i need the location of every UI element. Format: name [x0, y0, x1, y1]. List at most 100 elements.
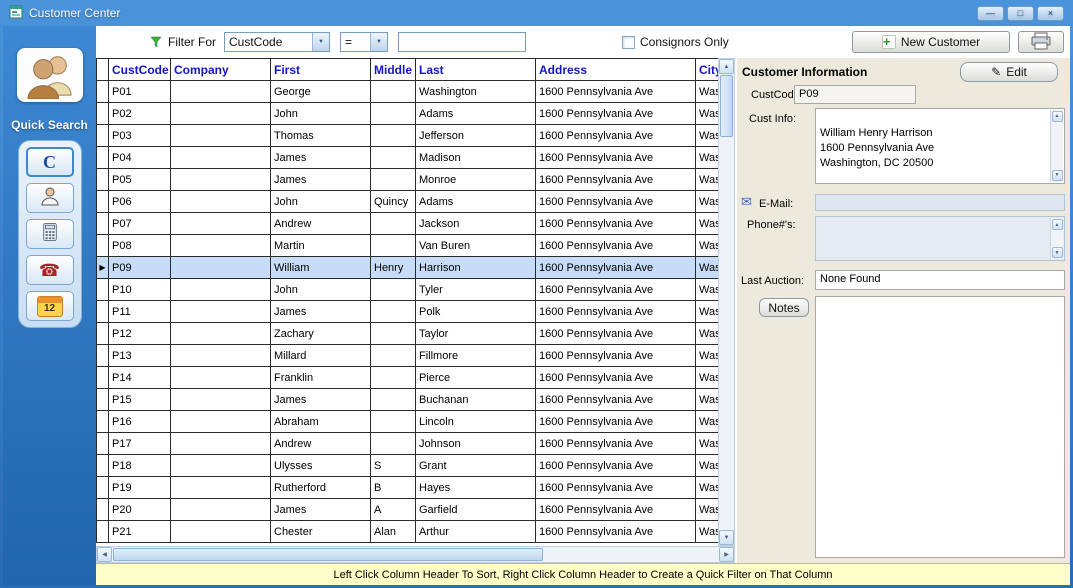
grid-cell-company[interactable] — [171, 147, 271, 169]
grid-cell-company[interactable] — [171, 433, 271, 455]
table-row[interactable]: P11JamesPolk1600 Pennsylvania AveWashing… — [97, 301, 719, 323]
grid-cell-custcode[interactable]: P05 — [109, 169, 171, 191]
edit-button[interactable]: ✎ Edit — [960, 62, 1058, 82]
grid-cell-city[interactable]: Washington — [696, 345, 719, 367]
grid-cell-address[interactable]: 1600 Pennsylvania Ave — [536, 323, 696, 345]
grid-cell-custcode[interactable]: P03 — [109, 125, 171, 147]
quick-search-calendar-button[interactable]: 12 — [26, 291, 74, 321]
scroll-left-icon[interactable]: ◀ — [97, 547, 112, 562]
grid-cell-custcode[interactable]: P09 — [109, 257, 171, 279]
grid-cell-custcode[interactable]: P08 — [109, 235, 171, 257]
grid-cell-city[interactable]: Washington — [696, 103, 719, 125]
table-row[interactable]: P20JamesAGarfield1600 Pennsylvania AveWa… — [97, 499, 719, 521]
grid-cell-address[interactable]: 1600 Pennsylvania Ave — [536, 455, 696, 477]
grid-cell-city[interactable]: Washington — [696, 191, 719, 213]
grid-cell-address[interactable]: 1600 Pennsylvania Ave — [536, 521, 696, 543]
phones-scrollbar[interactable]: ▲ ▼ — [1050, 218, 1063, 259]
grid-cell-company[interactable] — [171, 169, 271, 191]
grid-cell-address[interactable]: 1600 Pennsylvania Ave — [536, 345, 696, 367]
close-icon[interactable]: × — [1037, 6, 1064, 21]
grid-cell-last[interactable]: Grant — [416, 455, 536, 477]
scroll-down-icon[interactable]: ▼ — [1052, 170, 1063, 181]
grid-cell-first[interactable]: John — [271, 191, 371, 213]
grid-cell-city[interactable]: Washington — [696, 169, 719, 191]
table-row[interactable]: P04JamesMadison1600 Pennsylvania AveWash… — [97, 147, 719, 169]
grid-cell-first[interactable]: Zachary — [271, 323, 371, 345]
grid-cell-address[interactable]: 1600 Pennsylvania Ave — [536, 213, 696, 235]
grid-cell-last[interactable]: Lincoln — [416, 411, 536, 433]
row-selector-cell[interactable] — [97, 389, 109, 411]
grid-cell-first[interactable]: Andrew — [271, 433, 371, 455]
grid-cell-first[interactable]: Rutherford — [271, 477, 371, 499]
grid-cell-middle[interactable] — [371, 81, 416, 103]
table-row[interactable]: P08MartinVan Buren1600 Pennsylvania AveW… — [97, 235, 719, 257]
scroll-up-icon[interactable]: ▲ — [1052, 111, 1063, 122]
table-row[interactable]: P05JamesMonroe1600 Pennsylvania AveWashi… — [97, 169, 719, 191]
grid-cell-custcode[interactable]: P15 — [109, 389, 171, 411]
row-selector-cell[interactable] — [97, 191, 109, 213]
row-selector-cell[interactable] — [97, 521, 109, 543]
grid-cell-city[interactable]: Washington — [696, 279, 719, 301]
grid-cell-custcode[interactable]: P21 — [109, 521, 171, 543]
grid-cell-first[interactable]: John — [271, 103, 371, 125]
grid-cell-company[interactable] — [171, 521, 271, 543]
grid-cell-first[interactable]: Chester — [271, 521, 371, 543]
grid-cell-company[interactable] — [171, 367, 271, 389]
grid-cell-city[interactable]: Washington — [696, 499, 719, 521]
grid-cell-last[interactable]: Hayes — [416, 477, 536, 499]
grid-cell-first[interactable]: Thomas — [271, 125, 371, 147]
grid-cell-custcode[interactable]: P17 — [109, 433, 171, 455]
grid-cell-first[interactable]: James — [271, 389, 371, 411]
grid-cell-middle[interactable]: Quincy — [371, 191, 416, 213]
grid-cell-first[interactable]: William — [271, 257, 371, 279]
table-row[interactable]: P13MillardFillmore1600 Pennsylvania AveW… — [97, 345, 719, 367]
scroll-up-icon[interactable]: ▲ — [719, 59, 734, 74]
grid-cell-custcode[interactable]: P10 — [109, 279, 171, 301]
table-row[interactable]: P02JohnAdams1600 Pennsylvania AveWashing… — [97, 103, 719, 125]
grid-cell-custcode[interactable]: P12 — [109, 323, 171, 345]
grid-cell-last[interactable]: Jefferson — [416, 125, 536, 147]
grid-cell-last[interactable]: Monroe — [416, 169, 536, 191]
grid-cell-middle[interactable] — [371, 147, 416, 169]
grid-cell-address[interactable]: 1600 Pennsylvania Ave — [536, 125, 696, 147]
grid-cell-city[interactable]: Washington — [696, 455, 719, 477]
grid-cell-last[interactable]: Harrison — [416, 257, 536, 279]
grid-cell-address[interactable]: 1600 Pennsylvania Ave — [536, 147, 696, 169]
row-selector-cell[interactable] — [97, 103, 109, 125]
grid-cell-address[interactable]: 1600 Pennsylvania Ave — [536, 257, 696, 279]
grid-cell-middle[interactable] — [371, 411, 416, 433]
grid-cell-city[interactable]: Washington — [696, 213, 719, 235]
row-selector-cell[interactable] — [97, 147, 109, 169]
table-row[interactable]: P21ChesterAlanArthur1600 Pennsylvania Av… — [97, 521, 719, 543]
grid-cell-middle[interactable] — [371, 367, 416, 389]
grid-cell-address[interactable]: 1600 Pennsylvania Ave — [536, 411, 696, 433]
grid-cell-city[interactable]: Washington — [696, 323, 719, 345]
maximize-icon[interactable]: □ — [1007, 6, 1034, 21]
row-selector-cell[interactable] — [97, 323, 109, 345]
cust-info-scrollbar[interactable]: ▲ ▼ — [1050, 110, 1063, 182]
row-selector-cell[interactable] — [97, 279, 109, 301]
grid-cell-middle[interactable] — [371, 169, 416, 191]
row-selector-cell[interactable] — [97, 235, 109, 257]
grid-cell-first[interactable]: Abraham — [271, 411, 371, 433]
table-row[interactable]: P06JohnQuincyAdams1600 Pennsylvania AveW… — [97, 191, 719, 213]
quick-search-contact-button[interactable] — [26, 183, 74, 213]
grid-cell-last[interactable]: Polk — [416, 301, 536, 323]
grid-cell-address[interactable]: 1600 Pennsylvania Ave — [536, 81, 696, 103]
grid-cell-custcode[interactable]: P13 — [109, 345, 171, 367]
print-button[interactable] — [1018, 31, 1064, 53]
horizontal-scrollbar[interactable]: ◀ ▶ — [96, 546, 735, 563]
scroll-up-icon[interactable]: ▲ — [1052, 219, 1063, 230]
consignors-only-checkbox[interactable] — [622, 36, 635, 49]
grid-cell-city[interactable]: Washington — [696, 147, 719, 169]
grid-cell-first[interactable]: George — [271, 81, 371, 103]
scroll-right-icon[interactable]: ▶ — [719, 547, 734, 562]
grid-cell-last[interactable]: Adams — [416, 191, 536, 213]
grid-cell-address[interactable]: 1600 Pennsylvania Ave — [536, 477, 696, 499]
grid-cell-middle[interactable] — [371, 279, 416, 301]
table-row[interactable]: P07AndrewJackson1600 Pennsylvania AveWas… — [97, 213, 719, 235]
minimize-icon[interactable]: — — [977, 6, 1004, 21]
grid-cell-custcode[interactable]: P18 — [109, 455, 171, 477]
vertical-scroll-thumb[interactable] — [720, 75, 733, 137]
grid-cell-address[interactable]: 1600 Pennsylvania Ave — [536, 433, 696, 455]
